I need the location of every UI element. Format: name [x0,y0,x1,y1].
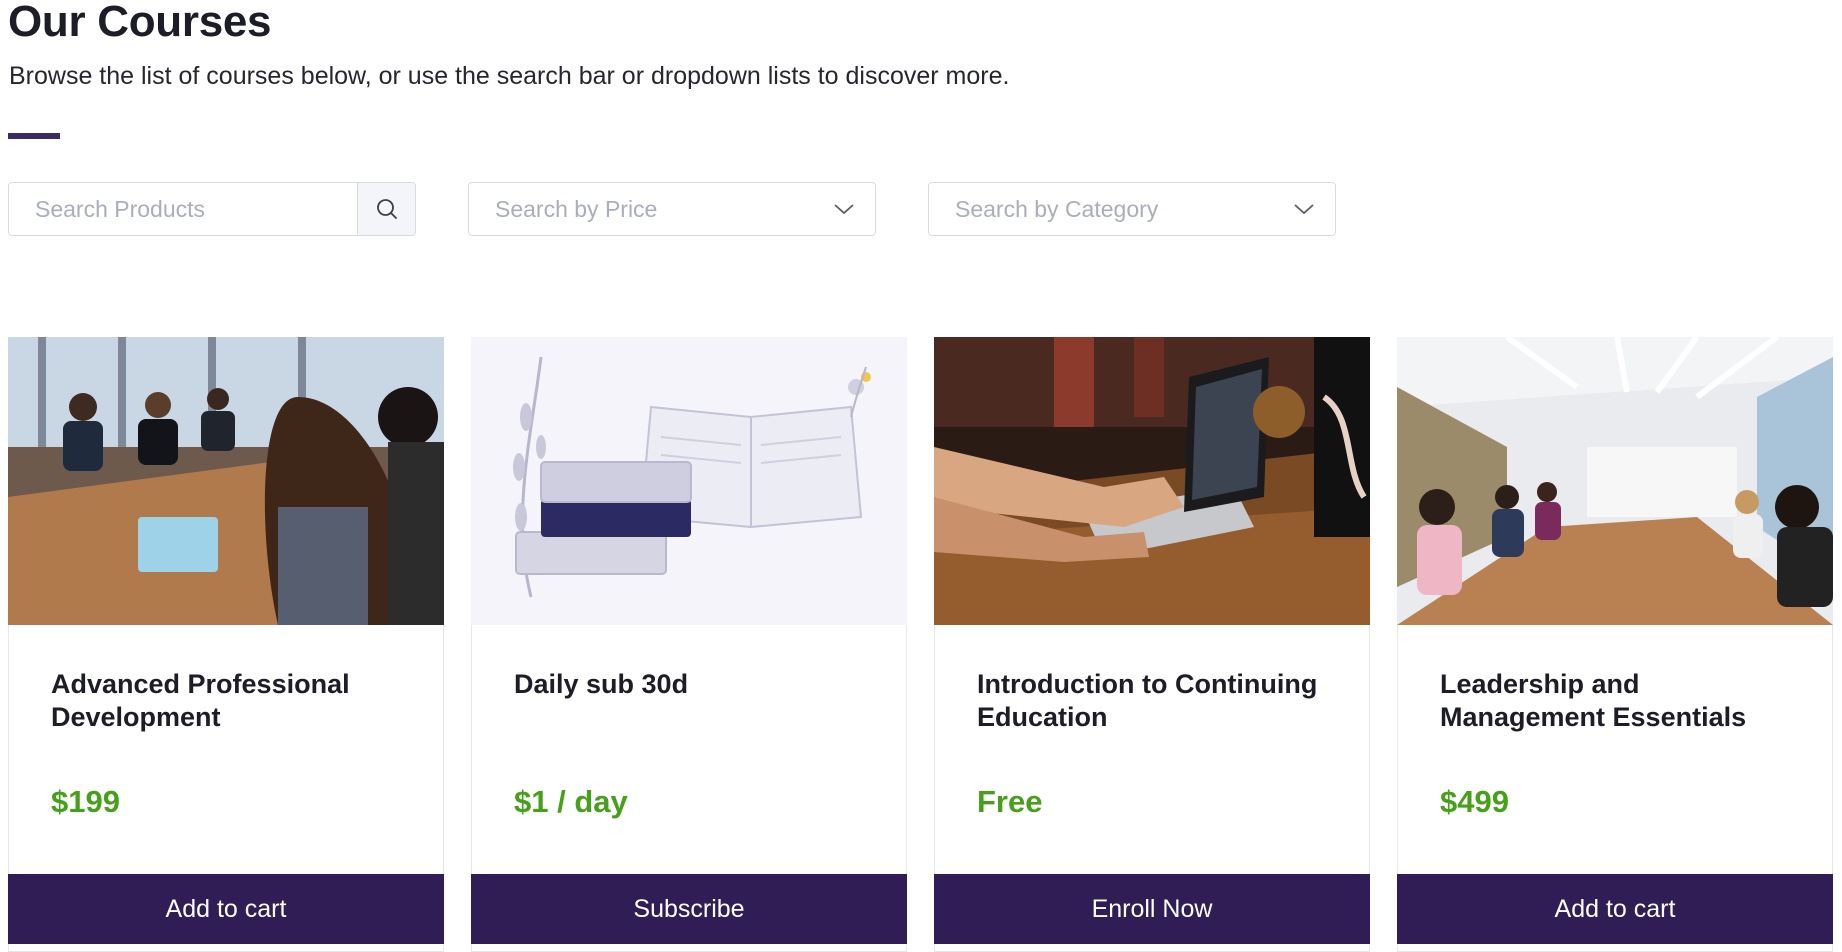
search-button[interactable] [357,183,415,235]
add-to-cart-button[interactable]: Add to cart [8,874,444,944]
add-to-cart-button[interactable]: Add to cart [1397,874,1833,944]
course-image-office-meeting[interactable] [8,337,444,625]
course-price: Free [977,784,1043,819]
course-grid: Advanced Professional Development $199 A… [8,337,1834,952]
course-image-conference-room[interactable] [1397,337,1833,625]
product-search-box [8,182,416,236]
chevron-down-icon [834,204,854,215]
course-card: Leadership and Management Essentials $49… [1397,337,1833,952]
subscribe-button[interactable]: Subscribe [471,874,907,944]
course-image-laptop-typing[interactable] [934,337,1370,625]
course-card: Introduction to Continuing Education Fre… [934,337,1370,952]
course-card: Advanced Professional Development $199 A… [8,337,444,952]
page-title: Our Courses [8,0,272,46]
enroll-now-button[interactable]: Enroll Now [934,874,1370,944]
course-price: $1 / day [514,784,628,819]
course-price: $199 [51,784,120,819]
category-dropdown-placeholder: Search by Category [955,195,1159,222]
price-dropdown[interactable]: Search by Price [468,182,876,236]
course-title[interactable]: Advanced Professional Development [51,668,411,734]
course-card: Daily sub 30d $1 / day Subscribe [471,337,907,952]
course-title[interactable]: Introduction to Continuing Education [977,668,1337,734]
search-input[interactable] [9,183,357,235]
price-dropdown-placeholder: Search by Price [495,195,658,222]
course-image-books-illustration[interactable] [471,337,907,625]
search-icon [376,199,397,219]
chevron-down-icon [1294,204,1314,215]
course-title[interactable]: Daily sub 30d [514,668,874,701]
category-dropdown[interactable]: Search by Category [928,182,1336,236]
course-title[interactable]: Leadership and Management Essentials [1440,668,1800,734]
title-accent-divider [8,133,60,139]
course-price: $499 [1440,784,1509,819]
page-subtitle: Browse the list of courses below, or use… [9,62,1010,90]
